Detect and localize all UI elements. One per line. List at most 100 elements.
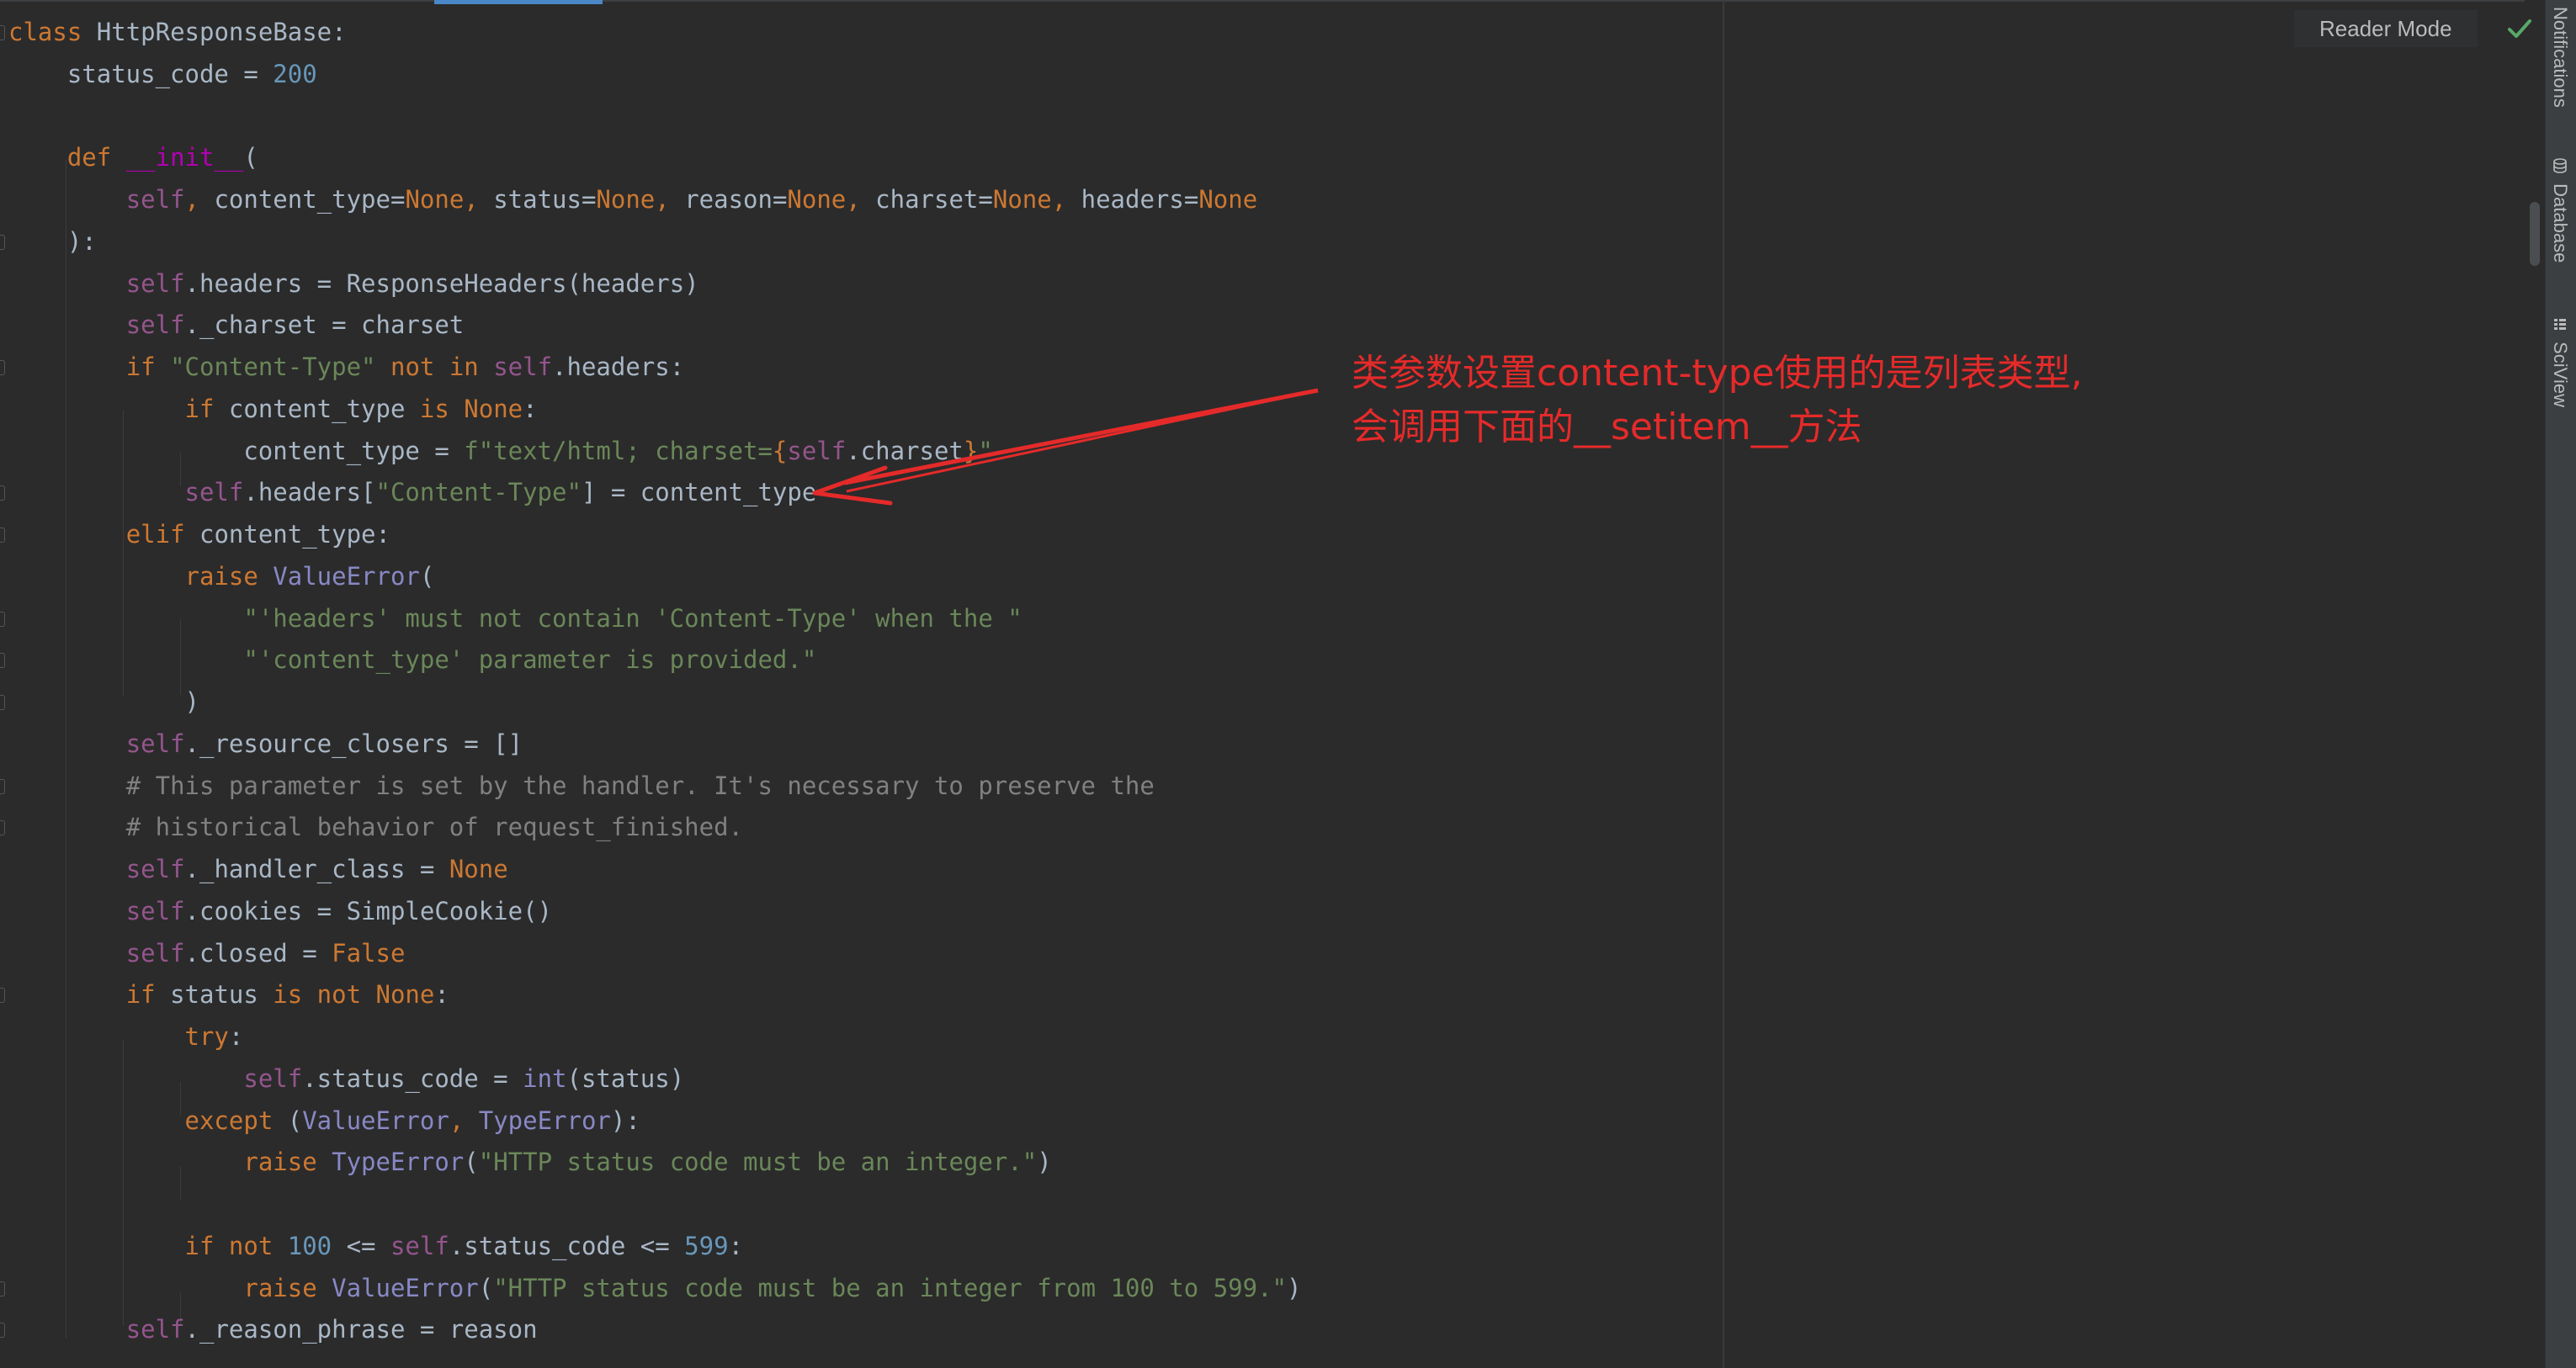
code-line[interactable]: self._charset = charset [8, 305, 1301, 347]
fold-marker-icon[interactable] [0, 653, 5, 669]
code-token: reason= [684, 185, 788, 214]
code-token: ._reason_phrase = reason [184, 1315, 538, 1344]
code-line[interactable]: self.closed = False [8, 933, 1301, 975]
code-token: ( [287, 1106, 303, 1135]
code-line[interactable]: if not 100 <= self.status_code <= 599: [8, 1226, 1301, 1268]
code-token: self [243, 1063, 303, 1093]
right-tool-sidebar: Notifications Database SciView [2545, 0, 2576, 1368]
code-line[interactable]: try: [8, 1016, 1301, 1058]
code-line[interactable]: class HttpResponseBase: [0, 12, 1301, 54]
fold-marker-icon[interactable] [0, 360, 5, 375]
code-line[interactable]: self, content_type=None, status=None, re… [8, 179, 1301, 221]
code-token: ValueError [332, 1273, 479, 1302]
fold-marker-icon[interactable] [0, 485, 5, 501]
code-token: self [125, 1315, 185, 1344]
code-token: class [8, 18, 82, 46]
sidebar-item-database[interactable]: Database [2549, 158, 2571, 262]
code-line[interactable]: # historical behavior of request_finishe… [0, 807, 1301, 849]
code-line[interactable]: ): [0, 221, 1301, 263]
code-line[interactable]: except (ValueError, TypeError): [8, 1100, 1301, 1143]
code-token: TypeError [332, 1148, 465, 1177]
code-token: , [449, 1106, 479, 1135]
fold-marker-icon[interactable] [0, 25, 5, 40]
code-token: f"text/html; charset= [464, 436, 773, 465]
code-line[interactable]: # This parameter is set by the handler. … [0, 766, 1301, 808]
code-line[interactable]: raise ValueError("HTTP status code must … [0, 1268, 1302, 1310]
code-token: raise [243, 1273, 332, 1302]
code-line[interactable]: "'content_type' parameter is provided." [0, 639, 1301, 681]
code-line[interactable]: self._handler_class = None [8, 849, 1301, 891]
code-token: , [184, 185, 215, 214]
code-token: self [787, 436, 847, 465]
code-token: None [449, 855, 508, 883]
fold-marker-icon[interactable] [0, 695, 5, 710]
code-line[interactable]: raise TypeError("HTTP status code must b… [8, 1142, 1301, 1184]
code-token: "'headers' must not contain 'Content-Typ… [243, 603, 1022, 633]
code-token: content_type: [199, 520, 390, 549]
fold-marker-icon[interactable] [0, 528, 5, 543]
code-token: ] = content_type [581, 478, 817, 507]
code-token: except [184, 1106, 288, 1135]
code-token: content_type [228, 394, 420, 423]
code-token: ): [610, 1106, 640, 1135]
code-token: : [228, 1022, 244, 1051]
code-line[interactable]: self._resource_closers = [] [8, 724, 1301, 766]
code-line[interactable]: def __init__( [8, 137, 1301, 179]
fold-marker-icon[interactable] [0, 234, 5, 250]
fold-marker-icon[interactable] [0, 988, 5, 1004]
code-line[interactable]: self.headers["Content-Type"] = content_t… [0, 472, 1301, 514]
code-line[interactable]: if status is not None: [0, 974, 1301, 1016]
code-token: ) [1287, 1273, 1302, 1302]
sidebar-item-sciview[interactable]: SciView [2549, 316, 2571, 407]
code-token: # This parameter is set by the handler. … [125, 771, 1155, 800]
fold-marker-icon[interactable] [0, 1323, 5, 1339]
code-line[interactable]: raise ValueError( [8, 556, 1301, 598]
code-lines[interactable]: class HttpResponseBase: status_code = 20… [0, 12, 1302, 1351]
code-line[interactable] [8, 96, 1301, 138]
code-line[interactable]: content_type = f"text/html; charset={sel… [8, 431, 1301, 473]
code-token: ) [1037, 1148, 1052, 1177]
fold-marker-icon[interactable] [0, 820, 5, 836]
sidebar-item-label: Database [2550, 183, 2571, 263]
code-line[interactable]: "'headers' must not contain 'Content-Typ… [0, 598, 1301, 640]
code-line[interactable]: elif content_type: [0, 514, 1301, 556]
sidebar-item-notifications[interactable]: Notifications [2549, 7, 2571, 108]
fold-marker-icon[interactable] [0, 778, 5, 794]
check-icon[interactable] [2504, 13, 2535, 44]
code-line[interactable]: ) [0, 681, 1301, 724]
code-token: status= [493, 185, 597, 214]
code-line[interactable]: if "Content-Type" not in self.headers: [0, 347, 1301, 389]
scrollbar-thumb[interactable] [2530, 202, 2540, 266]
code-line[interactable]: if content_type is None: [8, 389, 1301, 431]
reader-mode-button[interactable]: Reader Mode [2294, 10, 2478, 47]
code-line[interactable]: status_code = 200 [8, 54, 1301, 96]
fold-marker-icon[interactable] [0, 1281, 5, 1296]
code-token: try [184, 1022, 229, 1051]
code-token: ( [464, 1148, 479, 1177]
code-line[interactable]: self.cookies = SimpleCookie() [8, 891, 1301, 933]
code-token: None, [787, 185, 876, 214]
code-token: self [125, 855, 185, 883]
code-editor[interactable]: class HttpResponseBase: status_code = 20… [0, 0, 2525, 1368]
fold-marker-icon[interactable] [0, 611, 5, 627]
code-line[interactable]: self.status_code = int(status) [8, 1058, 1301, 1100]
code-token: not in [390, 353, 494, 381]
code-line[interactable]: self._reason_phrase = reason [0, 1309, 1301, 1351]
code-token: 200 [273, 59, 317, 88]
annotation-line-1: 类参数设置content-type使用的是列表类型, [1352, 352, 2083, 395]
code-line[interactable]: self.headers = ResponseHeaders(headers) [8, 263, 1301, 305]
code-token: if [184, 394, 229, 423]
code-line[interactable] [8, 1184, 1301, 1226]
